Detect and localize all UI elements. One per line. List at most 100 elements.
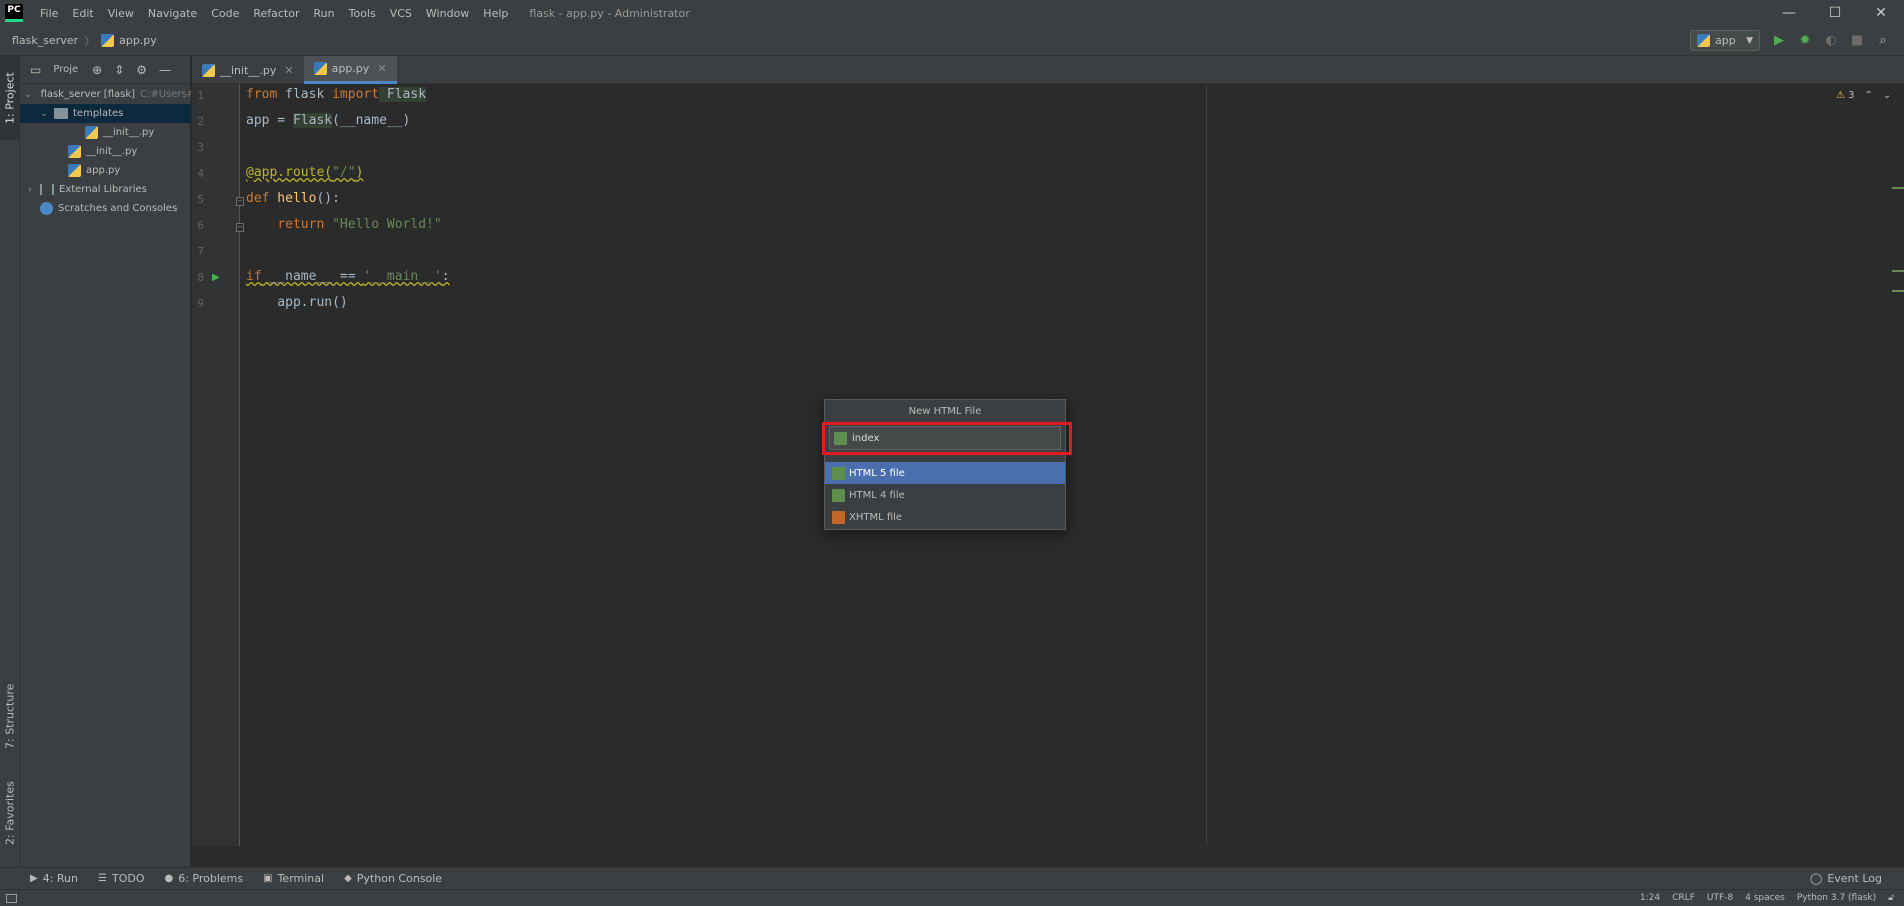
chevron-down-icon[interactable]: ⌄ — [38, 109, 50, 119]
xhtml-file-icon — [832, 510, 845, 524]
event-log-button[interactable]: ◯ Event Log — [1810, 872, 1882, 885]
inspection-widget[interactable]: ⚠ 3 ⌃ ⌄ — [1836, 90, 1891, 101]
collapse-all-icon[interactable]: ⇕ — [114, 63, 124, 77]
menu-edit[interactable]: Edit — [65, 7, 100, 20]
file-encoding[interactable]: UTF-8 — [1707, 893, 1733, 903]
coverage-icon[interactable]: ◐ — [1822, 30, 1840, 50]
tool-tab-python-console[interactable]: ◆ Python Console — [344, 872, 442, 885]
hide-icon[interactable]: — — [159, 63, 171, 77]
error-stripe-mark[interactable] — [1892, 270, 1904, 272]
folder-icon — [54, 108, 68, 119]
option-html4-file[interactable]: HTML 4 file — [825, 484, 1065, 506]
tree-item-app-py[interactable]: app.py — [20, 161, 191, 180]
tree-item-templates-init[interactable]: __init__.py — [20, 123, 191, 142]
run-icon[interactable]: ▶ — [1770, 30, 1788, 50]
menu-help[interactable]: Help — [476, 7, 515, 20]
tree-item-scratches[interactable]: Scratches and Consoles — [20, 199, 191, 218]
tool-windows-toggle-icon[interactable] — [6, 893, 17, 903]
locate-icon[interactable]: ⊕ — [92, 63, 102, 77]
line-separator[interactable]: CRLF — [1672, 893, 1695, 903]
menu-file[interactable]: File — [33, 7, 65, 20]
menu-vcs[interactable]: VCS — [383, 7, 419, 20]
tab-label: app.py — [331, 62, 370, 75]
tool-tab-favorites[interactable]: 2: Favorites — [0, 768, 20, 858]
option-xhtml-file[interactable]: XHTML file — [825, 506, 1065, 528]
close-tab-icon[interactable]: ✕ — [377, 62, 386, 75]
close-tab-icon[interactable]: ✕ — [284, 64, 293, 77]
python-file-icon — [68, 164, 81, 177]
project-view-icon[interactable]: ▭ — [30, 63, 41, 77]
close-window-icon[interactable]: ✕ — [1858, 0, 1904, 26]
run-configuration-select[interactable]: app ▼ — [1690, 30, 1760, 51]
fold-icon[interactable]: − — [236, 197, 244, 206]
tool-tab-run[interactable]: ▶ 4: Run — [30, 872, 78, 885]
line-number: 3 — [197, 141, 204, 154]
tab-app-py[interactable]: app.py ✕ — [303, 56, 397, 84]
search-everywhere-icon[interactable]: ⌕ — [1874, 30, 1892, 50]
python-interpreter[interactable]: Python 3.7 (flask) — [1797, 893, 1876, 903]
menu-view[interactable]: View — [101, 7, 141, 20]
tree-item-label: __init__.py — [103, 127, 155, 138]
tool-tab-terminal[interactable]: ▣ Terminal — [263, 872, 324, 885]
code-line-5: def hello(): — [246, 191, 340, 206]
option-html5-file[interactable]: HTML 5 file — [825, 462, 1065, 484]
maximize-icon[interactable]: ☐ — [1812, 0, 1858, 26]
code-text: (): — [316, 191, 340, 206]
code-function: hello — [269, 191, 317, 206]
menu-refactor[interactable]: Refactor — [246, 7, 306, 20]
error-stripe-mark[interactable] — [1892, 187, 1904, 189]
editor-gutter[interactable]: 1 2 3 4 5 6 7 8 9 ▶ − − — [192, 84, 244, 846]
chevron-right-icon[interactable]: › — [24, 185, 36, 195]
status-bar: 1:24 CRLF UTF-8 4 spaces Python 3.7 (fla… — [0, 889, 1904, 906]
minimize-icon[interactable]: — — [1766, 0, 1812, 26]
chevron-down-icon[interactable]: ⌄ — [24, 90, 32, 100]
tree-item-label: Scratches and Consoles — [58, 203, 178, 214]
line-number: 5 — [197, 193, 204, 206]
tree-item-label: app.py — [86, 165, 121, 176]
html-file-icon — [832, 488, 845, 502]
tool-tab-todo[interactable]: ☰ TODO — [98, 872, 144, 885]
code-text: (__name__) — [332, 113, 411, 128]
warning-icon: ⚠ — [1836, 90, 1845, 101]
option-label: HTML 4 file — [849, 489, 905, 501]
tree-item-external-libraries[interactable]: › External Libraries — [20, 180, 191, 199]
tree-item-init[interactable]: __init__.py — [20, 142, 191, 161]
lock-icon[interactable]: 🔓︎ — [1888, 893, 1894, 903]
run-gutter-icon[interactable]: ▶ — [212, 272, 220, 283]
code-keyword: from — [246, 87, 278, 102]
debug-icon[interactable]: ✹ — [1796, 30, 1814, 50]
python-file-icon — [202, 63, 215, 77]
option-label: XHTML file — [849, 511, 903, 523]
code-keyword: if — [246, 269, 262, 284]
right-margin-guide — [1206, 84, 1207, 846]
error-stripe-mark[interactable] — [1892, 290, 1904, 292]
menu-tools[interactable]: Tools — [342, 7, 383, 20]
menu-navigate[interactable]: Navigate — [141, 7, 204, 20]
tool-tab-problems[interactable]: ● 6: Problems — [164, 872, 243, 885]
code-keyword: def — [246, 191, 270, 206]
option-label: HTML 5 file — [849, 467, 905, 479]
navigation-bar: flask_server 〉 app.py app ▼ ▶ ✹ ◐ ■ ⌕ — [0, 26, 1904, 56]
menu-code[interactable]: Code — [204, 7, 246, 20]
caret-position[interactable]: 1:24 — [1640, 893, 1660, 903]
next-highlight-icon[interactable]: ⌄ — [1883, 90, 1891, 101]
dialog-title: New HTML File — [908, 405, 982, 417]
stop-icon[interactable]: ■ — [1848, 30, 1866, 50]
line-number: 6 — [197, 219, 204, 232]
tool-tab-project[interactable]: 1: Project — [0, 56, 20, 140]
breadcrumb-project[interactable]: flask_server — [12, 34, 78, 47]
tab-init-py[interactable]: __init__.py ✕ — [192, 56, 304, 84]
fold-icon[interactable]: − — [236, 223, 244, 232]
breadcrumb-file[interactable]: app.py — [119, 34, 157, 47]
tree-item-project-root[interactable]: ⌄ flask_server [flask] C:#Users# — [20, 85, 191, 104]
project-view-select[interactable]: Proje — [53, 64, 78, 75]
gear-icon[interactable]: ⚙ — [136, 63, 147, 77]
indent-setting[interactable]: 4 spaces — [1745, 893, 1785, 903]
line-number: 2 — [197, 115, 204, 128]
run-actions: ▶ ✹ ◐ ■ ⌕ — [1770, 30, 1892, 50]
tree-item-templates[interactable]: ⌄ templates — [20, 104, 191, 123]
previous-highlight-icon[interactable]: ⌃ — [1865, 90, 1873, 101]
menu-window[interactable]: Window — [419, 7, 476, 20]
menu-run[interactable]: Run — [307, 7, 342, 20]
tool-tab-structure[interactable]: 7: Structure — [0, 676, 20, 756]
